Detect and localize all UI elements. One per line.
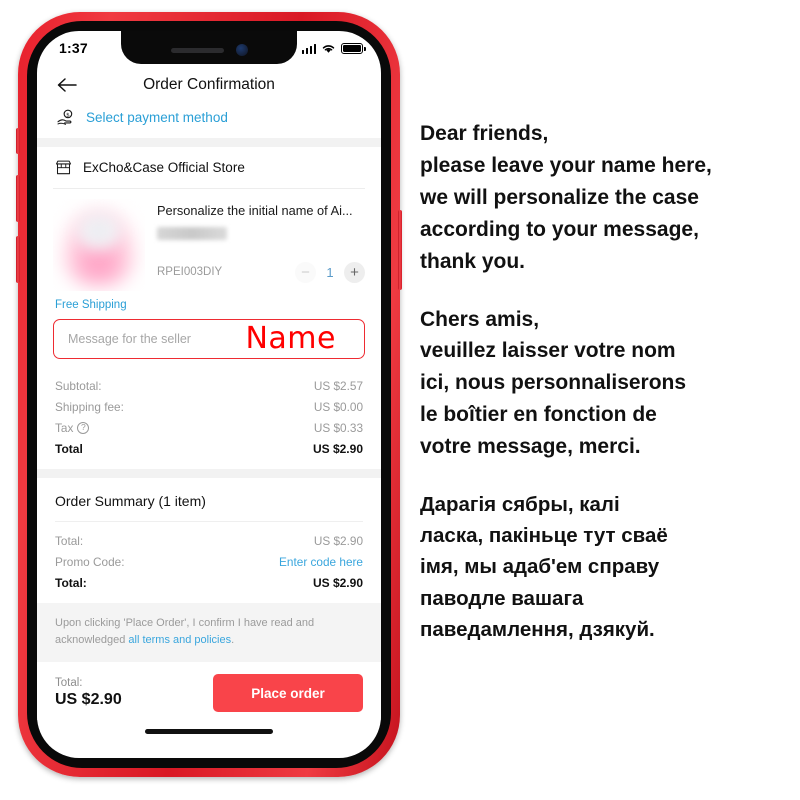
price-label: Subtotal: bbox=[55, 378, 102, 393]
price-value: US $0.00 bbox=[313, 399, 363, 414]
price-value: US $0.33 bbox=[313, 420, 363, 435]
product-sku: RPEI003DIY bbox=[157, 266, 223, 279]
home-indicator[interactable] bbox=[145, 729, 273, 734]
quantity-stepper[interactable]: − 1 + bbox=[295, 261, 365, 283]
summary-value: US $2.90 bbox=[312, 575, 363, 590]
product-image-blur-grey bbox=[75, 211, 123, 251]
notice-paragraph-french: Chers amis, veuillez laisser votre nom i… bbox=[420, 307, 687, 459]
section-divider bbox=[37, 138, 381, 147]
product-bottom-row: RPEI003DIY − 1 + bbox=[157, 261, 365, 283]
terms-notice: Upon clicking 'Place Order', I confirm I… bbox=[37, 603, 381, 662]
summary-row-promo[interactable]: Promo Code: Enter code here bbox=[55, 551, 363, 572]
price-row-subtotal: Subtotal: US $2.57 bbox=[55, 375, 363, 396]
notice-panel: Dear friends, please leave your name her… bbox=[420, 118, 798, 671]
volume-up-button[interactable] bbox=[16, 175, 20, 222]
product-variant-redacted bbox=[157, 226, 227, 240]
message-placeholder: Message for the seller bbox=[68, 332, 191, 346]
order-summary-rows: Total: US $2.90 Promo Code: Enter code h… bbox=[37, 522, 381, 603]
product-thumbnail[interactable] bbox=[53, 199, 145, 291]
tax-help-icon[interactable]: ? bbox=[77, 421, 90, 434]
price-label: Total bbox=[55, 441, 83, 456]
checkout-total-amount: US $2.90 bbox=[55, 691, 122, 708]
price-row-shipping: Shipping fee: US $0.00 bbox=[55, 396, 363, 417]
svg-text:$: $ bbox=[66, 113, 70, 119]
notice-paragraph-belarusian: Дарагія сябры, калі ласка, пакіньце тут … bbox=[420, 493, 668, 641]
message-field-wrapper: Message for the seller Name bbox=[37, 311, 381, 371]
phone-screen: 1:37 Order Confirmation $ Select payment… bbox=[37, 31, 381, 758]
checkout-bar: Total: US $2.90 Place order bbox=[37, 662, 381, 720]
battery-icon bbox=[341, 42, 366, 54]
all-terms-and-policies-link[interactable]: all terms and policies bbox=[128, 634, 231, 646]
page-title: Order Confirmation bbox=[143, 76, 275, 93]
terms-suffix: . bbox=[231, 633, 235, 646]
status-indicators bbox=[301, 42, 366, 54]
summary-row-grand-total: Total: US $2.90 bbox=[55, 572, 363, 593]
phone-mockup: 1:37 Order Confirmation $ Select payment… bbox=[16, 12, 402, 777]
price-value: US $2.90 bbox=[312, 441, 363, 456]
message-for-seller-input[interactable]: Message for the seller Name bbox=[53, 319, 365, 359]
notice-paragraph-english: Dear friends, please leave your name her… bbox=[420, 122, 712, 273]
section-divider bbox=[37, 469, 381, 478]
earpiece-speaker-icon bbox=[170, 47, 224, 53]
summary-row-total: Total: US $2.90 bbox=[55, 530, 363, 551]
quantity-value: 1 bbox=[326, 264, 334, 280]
power-button[interactable] bbox=[398, 210, 402, 290]
enter-promo-code-link[interactable]: Enter code here bbox=[279, 555, 363, 569]
summary-label: Total: bbox=[55, 533, 84, 548]
phone-notch bbox=[121, 31, 297, 64]
select-payment-method-row[interactable]: $ Select payment method bbox=[37, 105, 381, 138]
money-in-hand-icon: $ bbox=[57, 109, 73, 125]
checkout-total-label: Total: bbox=[55, 677, 83, 689]
price-label: Tax bbox=[55, 420, 74, 435]
place-order-button[interactable]: Place order bbox=[213, 674, 363, 712]
store-name: ExCho&Case Official Store bbox=[83, 160, 245, 175]
cellular-signal-icon bbox=[301, 43, 316, 54]
select-payment-method-label: Select payment method bbox=[86, 110, 228, 125]
summary-label: Promo Code: bbox=[55, 554, 125, 569]
summary-label: Total: bbox=[55, 575, 87, 590]
product-title: Personalize the initial name of Ai... bbox=[157, 203, 353, 218]
name-annotation-overlay: Name bbox=[245, 320, 336, 356]
wifi-icon bbox=[322, 44, 335, 53]
volume-down-button[interactable] bbox=[16, 236, 20, 283]
price-row-tax: Tax ? US $0.33 bbox=[55, 417, 363, 438]
quantity-increase-button[interactable]: + bbox=[344, 261, 365, 283]
app-header: Order Confirmation bbox=[37, 65, 381, 105]
back-arrow-icon[interactable] bbox=[55, 73, 79, 97]
checkout-total: Total: US $2.90 bbox=[55, 677, 122, 709]
price-label: Shipping fee: bbox=[55, 399, 124, 414]
summary-value: US $2.90 bbox=[313, 533, 363, 548]
price-breakdown: Subtotal: US $2.57 Shipping fee: US $0.0… bbox=[37, 371, 381, 469]
front-camera-icon bbox=[235, 44, 248, 56]
mute-switch-button[interactable] bbox=[16, 128, 20, 154]
product-row[interactable]: Personalize the initial name of Ai... RP… bbox=[37, 189, 381, 291]
order-summary-title: Order Summary (1 item) bbox=[55, 493, 206, 509]
status-time: 1:37 bbox=[59, 40, 88, 56]
product-details: Personalize the initial name of Ai... RP… bbox=[157, 199, 365, 291]
quantity-decrease-button[interactable]: − bbox=[295, 261, 316, 283]
storefront-icon bbox=[55, 160, 72, 175]
price-value: US $2.57 bbox=[313, 378, 363, 393]
store-row[interactable]: ExCho&Case Official Store bbox=[37, 147, 381, 188]
free-shipping-badge: Free Shipping bbox=[55, 299, 127, 311]
price-row-total: Total US $2.90 bbox=[55, 438, 363, 459]
